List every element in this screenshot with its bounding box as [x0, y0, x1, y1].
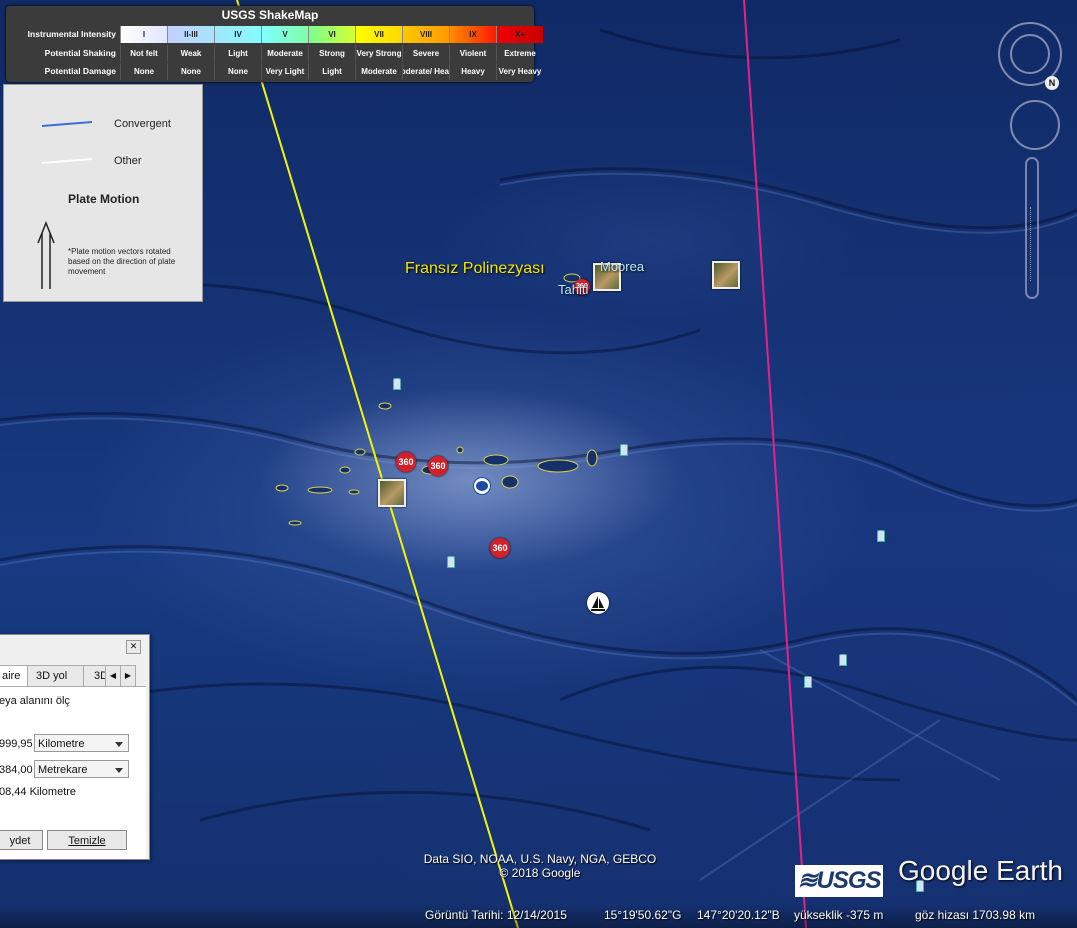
- intensity-cell: VII: [355, 26, 402, 43]
- region-label: Fransız Polinezyası: [405, 260, 545, 277]
- intensity-cell: IV: [214, 26, 261, 43]
- plate-boundary-legend: Convergent Other Plate Motion *Plate mot…: [3, 84, 203, 302]
- pin-icon[interactable]: [877, 530, 885, 542]
- intensity-cell: IX: [449, 26, 496, 43]
- photo-thumbnail[interactable]: [712, 261, 740, 289]
- plate-motion-note: *Plate motion vectors rotated based on t…: [68, 247, 176, 276]
- island-label-moorea: Moorea: [600, 259, 645, 274]
- convergent-line-sample: [41, 121, 93, 127]
- perimeter-unit-select[interactable]: Kilometre: [34, 734, 129, 752]
- data-credits: Data SIO, NOAA, U.S. Navy, NGA, GEBCO © …: [390, 852, 690, 880]
- shaking-cell: Severe: [402, 45, 449, 62]
- credits-line: Data SIO, NOAA, U.S. Navy, NGA, GEBCO: [423, 852, 657, 866]
- area-unit-select[interactable]: Metrekare: [34, 760, 129, 778]
- intensity-cell: V: [261, 26, 308, 43]
- damage-cell: None: [167, 63, 214, 80]
- shaking-cell: Not felt: [120, 45, 167, 62]
- convergent-label: Convergent: [114, 118, 171, 130]
- other-line-sample: [41, 158, 93, 164]
- look-joystick[interactable]: [1010, 34, 1050, 74]
- damage-cell: Very Heavy: [496, 63, 543, 80]
- damage-cell: Light: [308, 63, 355, 80]
- damage-cell: Very Light: [261, 63, 308, 80]
- pin-icon[interactable]: [447, 556, 455, 568]
- row-label: Potential Shaking: [44, 48, 116, 58]
- longitude-readout: 147°20'20.12"B: [697, 908, 780, 922]
- shaking-cell: Violent: [449, 45, 496, 62]
- damage-cell: None: [214, 63, 261, 80]
- move-joystick[interactable]: [1010, 100, 1060, 150]
- perimeter-value: 999,95: [0, 738, 33, 750]
- damage-row: Potential Damage None None None Very Lig…: [10, 63, 543, 80]
- damage-cell: Heavy: [449, 63, 496, 80]
- area-value: 384,00: [0, 764, 33, 776]
- plate-motion-arrow-icon: [37, 220, 55, 289]
- sailboat-icon[interactable]: [587, 592, 609, 614]
- pin-icon[interactable]: [620, 444, 628, 456]
- latitude-readout: 15°19'50.62"G: [604, 908, 682, 922]
- zoom-track: [1030, 207, 1035, 281]
- damage-cell: Moderate/ Heavy: [402, 63, 449, 80]
- 360-photo-marker[interactable]: 360: [490, 538, 510, 558]
- eye-altitude-readout: göz hizası 1703.98 km: [915, 908, 1036, 922]
- measure-description: eya alanını ölç: [0, 695, 70, 707]
- clear-button[interactable]: Temizle: [47, 830, 127, 850]
- shaking-cell: Very Strong: [355, 45, 402, 62]
- island-label-tahiti: Tahiti: [558, 282, 589, 297]
- 360-photo-marker[interactable]: 360: [428, 456, 448, 476]
- shakemap-legend: USGS ShakeMap Instrumental Intensity I I…: [6, 6, 543, 82]
- magenta-boundary-line: [743, 0, 807, 928]
- shaking-cell: Light: [214, 45, 261, 62]
- intensity-cell: VI: [308, 26, 355, 43]
- row-label: Instrumental Intensity: [27, 29, 116, 39]
- pin-icon[interactable]: [393, 378, 401, 390]
- pin-icon[interactable]: [839, 654, 847, 666]
- measure-pane: eya alanını ölç 999,95 Kilometre 384,00 …: [0, 686, 146, 859]
- save-button[interactable]: ydet: [0, 830, 43, 850]
- imagery-date: Görüntü Tarihi: 12/14/2015: [425, 908, 567, 922]
- intensity-cell: II-III: [167, 26, 214, 43]
- pin-icon[interactable]: [804, 676, 812, 688]
- damage-cell: None: [120, 63, 167, 80]
- copyright-line: © 2018 Google: [499, 866, 581, 880]
- shaking-cell: Strong: [308, 45, 355, 62]
- zoom-slider[interactable]: [1025, 157, 1039, 299]
- usgs-logo: ≋USGS: [795, 865, 883, 897]
- radius-value: 08,44 Kilometre: [0, 786, 77, 798]
- shaking-cell: Extreme: [496, 45, 543, 62]
- shaking-row: Potential Shaking Not felt Weak Light Mo…: [10, 45, 543, 62]
- 360-photo-marker[interactable]: 360: [396, 452, 416, 472]
- row-label: Potential Damage: [44, 66, 116, 76]
- google-earth-logo: Google Earth: [898, 855, 1063, 886]
- intensity-row: Instrumental Intensity I II-III IV V VI …: [10, 26, 543, 43]
- photo-thumbnail[interactable]: [378, 479, 406, 507]
- measure-dialog: ✕ aire 3D yol 3D ◀ ▶ eya alanını ölç 999…: [0, 634, 150, 860]
- damage-cell: Moderate: [355, 63, 402, 80]
- tab-scroll-left-icon[interactable]: ◀: [105, 665, 121, 687]
- tab-3d-path[interactable]: 3D yol: [27, 665, 85, 687]
- close-icon[interactable]: ✕: [126, 640, 141, 654]
- shaking-cell: Moderate: [261, 45, 308, 62]
- intensity-cell: I: [120, 26, 167, 43]
- intensity-cell: X+: [496, 26, 543, 43]
- tab-scroll-right-icon[interactable]: ▶: [120, 665, 136, 687]
- plate-motion-header: Plate Motion: [68, 192, 140, 206]
- elevation-readout: yükseklik -375 m: [794, 908, 884, 922]
- north-indicator-icon[interactable]: N: [1045, 76, 1059, 90]
- intensity-cell: VIII: [402, 26, 449, 43]
- nasa-icon[interactable]: [473, 477, 491, 495]
- status-bar: Görüntü Tarihi: 12/14/2015 15°19'50.62"G…: [0, 904, 1077, 928]
- shakemap-title: USGS ShakeMap: [221, 8, 319, 22]
- other-label: Other: [114, 155, 142, 167]
- shaking-cell: Weak: [167, 45, 214, 62]
